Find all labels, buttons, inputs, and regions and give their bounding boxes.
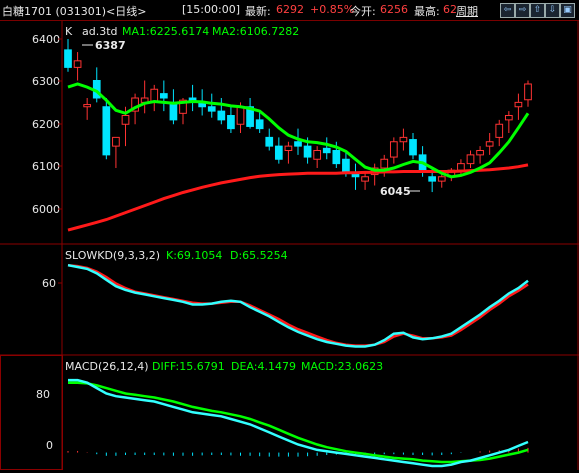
chart-area[interactable]: 6400 6300 6200 6100 6000 K ad.3td MA1:62… (0, 21, 579, 470)
dea-line (68, 381, 529, 464)
price-tick: 6400 (32, 33, 60, 46)
quote-time: [15:00:00] (182, 3, 240, 16)
candle-body (399, 136, 408, 143)
candle-body (236, 106, 245, 125)
candle-body (504, 115, 513, 121)
high-price: 62 (443, 3, 457, 16)
price-tick: 6000 (32, 203, 60, 216)
kd-tick: 60 (42, 277, 56, 290)
scroll-right-button[interactable]: ⇨ (515, 3, 530, 18)
candle-body (227, 115, 235, 130)
candle-body (485, 141, 494, 147)
candle-body (303, 145, 312, 158)
scroll-left-button[interactable]: ⇦ (500, 3, 515, 18)
candle-body (322, 147, 331, 154)
candle-body (121, 115, 130, 125)
kd-k-line (67, 263, 529, 348)
macd-lines (67, 378, 529, 468)
candle-body (169, 101, 178, 121)
candle-body (409, 139, 417, 156)
high-marker: 6387 (95, 39, 126, 52)
price-pane-label: K (65, 25, 73, 38)
price-tick: 6200 (32, 118, 60, 131)
candle-body (457, 163, 465, 171)
macd-diff-value: DIFF:15.6791 (152, 360, 225, 373)
latest-label: 最新: (245, 5, 271, 18)
kd-lines (67, 263, 529, 348)
low-marker: 6045 (380, 185, 411, 198)
zoom-in-button[interactable]: ⇧ (530, 3, 545, 18)
macd-value: MACD:23.0623 (301, 360, 383, 373)
macd-tick: 0 (46, 439, 53, 452)
macd-tick: 80 (36, 388, 50, 401)
high-label: 最高: (414, 5, 440, 18)
candle-body (255, 119, 264, 130)
quote-header: 白糖1701 (031301)<日线> [15:00:00] 最新: 6292 … (0, 0, 579, 21)
candle-body (313, 150, 322, 160)
change-percent: +0.85% (310, 3, 355, 16)
kd-d-line (67, 263, 529, 347)
candle-body (380, 158, 389, 169)
candle-body (207, 106, 216, 112)
kd-k-value: K:69.1054 (166, 249, 222, 262)
candle-body (495, 123, 504, 138)
candle-body (83, 104, 92, 108)
candle-body (159, 93, 168, 99)
price-axis: 6400 6300 6200 6100 6000 (32, 33, 62, 216)
ma1-value: MA1:6225.6174 (122, 25, 209, 38)
candle-body (466, 154, 475, 165)
open-price: 6256 (380, 3, 408, 16)
open-label: 今开: (350, 5, 376, 18)
candle-body (64, 49, 72, 68)
candlesticks (64, 38, 532, 193)
macd-pane-label: MACD(26,12,4) (65, 360, 149, 373)
macd-dea-value: DEA:4.1479 (231, 360, 296, 373)
candle-body (524, 83, 532, 101)
kd-pane-label: SLOWKD(9,3,3,2) (65, 249, 160, 262)
price-tick: 6300 (32, 75, 60, 88)
candle-body (361, 176, 369, 182)
candle-body (437, 176, 446, 182)
candle-body (389, 141, 398, 158)
candle-body (112, 136, 120, 147)
cycle-link[interactable]: 周期 (456, 3, 478, 19)
contract-title: 白糖1701 (031301)<日线> (2, 5, 147, 18)
zoom-out-button[interactable]: ⇩ (545, 3, 560, 18)
candle-body (476, 150, 484, 156)
chart-svg[interactable]: 6400 6300 6200 6100 6000 K ad.3td MA1:62… (0, 21, 579, 470)
candle-body (342, 158, 350, 173)
candle-body (428, 176, 437, 182)
candle-body (217, 110, 226, 121)
price-tick: 6100 (32, 160, 60, 173)
latest-price: 6292 (276, 3, 304, 16)
candle-body (274, 145, 283, 160)
candle-body (73, 60, 82, 68)
indicator-name: ad.3td (82, 25, 118, 38)
moving-averages (67, 82, 530, 232)
ma2-value: MA2:6106.7282 (212, 25, 299, 38)
candle-body (102, 106, 111, 156)
candle-body (265, 136, 274, 147)
layout-button[interactable]: ▣ (560, 3, 575, 18)
macd-axis-box (0, 355, 63, 470)
kd-d-value: D:65.5254 (230, 249, 288, 262)
candle-body (514, 101, 523, 108)
candle-body (294, 141, 302, 147)
candle-body (332, 150, 341, 165)
candle-body (284, 145, 293, 151)
